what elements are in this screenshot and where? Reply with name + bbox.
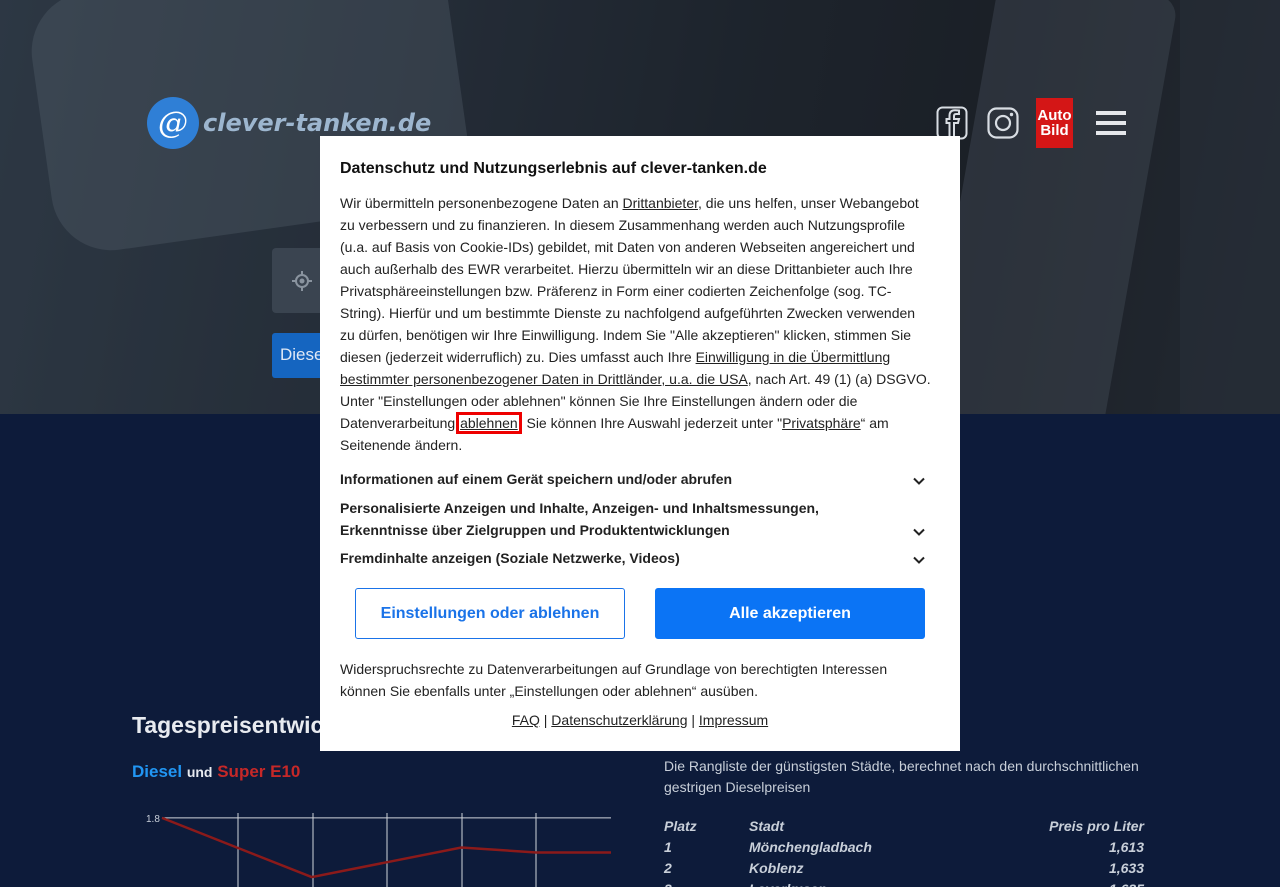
- consent-dialog: Datenschutz und Nutzungserlebnis auf cle…: [320, 136, 960, 751]
- settings-or-reject-button[interactable]: Einstellungen oder ablehnen: [355, 588, 625, 639]
- purpose-external-content-toggle[interactable]: Fremdinhalte anzeigen (Soziale Netzwerke…: [340, 547, 940, 569]
- consent-text-part: , die uns helfen, unser Webangebot zu ve…: [340, 195, 919, 365]
- link-privatsphaere[interactable]: Privatsphäre: [782, 415, 861, 431]
- purpose-personalised-ads-toggle[interactable]: Personalisierte Anzeigen und Inhalte, An…: [340, 497, 940, 541]
- link-impressum[interactable]: Impressum: [699, 712, 768, 728]
- objection-rights-text: Widerspruchsrechte zu Datenverarbeitunge…: [340, 661, 888, 699]
- consent-title: Datenschutz und Nutzungserlebnis auf cle…: [340, 160, 767, 177]
- consent-text-part: . Sie können Ihre Auswahl jederzeit unte…: [518, 415, 783, 431]
- purpose-label: Fremdinhalte anzeigen (Soziale Netzwerke…: [340, 550, 680, 566]
- accept-all-button[interactable]: Alle akzeptieren: [655, 588, 925, 639]
- consent-body-text: Wir übermitteln personenbezogene Daten a…: [340, 192, 932, 456]
- consent-text-part: Wir übermitteln personenbezogene Daten a…: [340, 195, 623, 211]
- link-drittanbieter[interactable]: Drittanbieter: [623, 195, 698, 211]
- purpose-label: Personalisierte Anzeigen und Inhalte, An…: [340, 500, 819, 538]
- chevron-down-icon: [913, 556, 925, 564]
- link-faq[interactable]: FAQ: [512, 712, 540, 728]
- link-datenschutzerklaerung[interactable]: Datenschutzerklärung: [551, 712, 687, 728]
- chevron-down-icon: [913, 477, 925, 485]
- chevron-down-icon: [913, 528, 925, 536]
- purpose-label: Informationen auf einem Gerät speichern …: [340, 471, 733, 487]
- consent-footer-links: FAQ | Datenschutzerklärung | Impressum: [320, 712, 960, 728]
- link-ablehnen[interactable]: ablehnen: [456, 412, 522, 434]
- link-separator: |: [691, 712, 696, 728]
- link-separator: |: [543, 712, 548, 728]
- purpose-storage-toggle[interactable]: Informationen auf einem Gerät speichern …: [340, 468, 940, 490]
